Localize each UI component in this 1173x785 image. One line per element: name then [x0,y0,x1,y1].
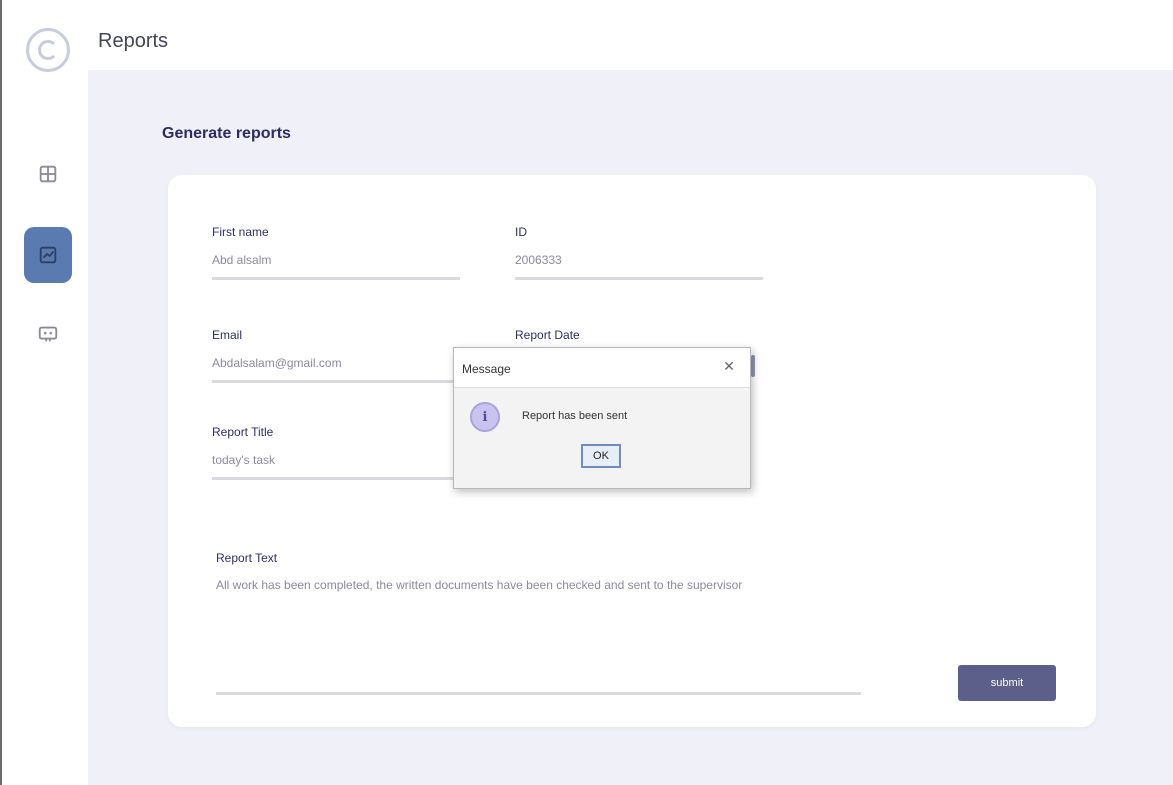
message-dialog: Message ✕ i Report has been sent OK [453,347,751,489]
date-picker-edge [751,355,755,377]
report-title-label: Report Title [212,425,274,439]
first-name-input[interactable]: Abd alsalm [212,253,460,280]
reports-icon [39,246,57,264]
id-field[interactable]: ID 2006333 [515,225,763,280]
page-title: Generate reports [162,125,291,142]
dialog-title: Message [462,362,511,376]
ok-button[interactable]: OK [581,444,621,468]
app-logo [26,28,70,72]
sidebar-item-reports[interactable] [24,227,72,283]
chat-icon [38,326,58,342]
sidebar-item-dashboard[interactable] [24,146,72,202]
first-name-field[interactable]: First name Abd alsalm [212,225,460,280]
id-input[interactable]: 2006333 [515,253,763,280]
report-title-field[interactable]: Report Title today's task [212,425,460,480]
id-label: ID [515,225,527,239]
sidebar [0,0,88,785]
header: Reports [88,0,1173,70]
email-field[interactable]: Email Abdalsalam@gmail.com [212,328,460,383]
email-label: Email [212,328,243,342]
email-input[interactable]: Abdalsalam@gmail.com [212,356,460,383]
first-name-label: First name [212,225,269,239]
page-header-title: Reports [98,30,169,52]
report-text-input[interactable]: All work has been completed, the written… [216,575,861,695]
dialog-message: Report has been sent [522,410,628,422]
dashboard-icon [39,165,57,183]
report-date-label: Report Date [515,328,580,342]
report-title-input[interactable]: today's task [212,453,460,480]
sidebar-item-chat[interactable] [24,306,72,362]
close-icon[interactable]: ✕ [718,356,740,378]
dialog-body: i Report has been sent OK [454,388,750,488]
info-icon: i [470,402,500,432]
report-text-field[interactable]: Report Text All work has been completed,… [216,551,861,695]
dialog-titlebar[interactable]: Message ✕ [454,348,750,388]
report-text-label: Report Text [216,551,278,565]
submit-button[interactable]: submit [958,665,1056,701]
